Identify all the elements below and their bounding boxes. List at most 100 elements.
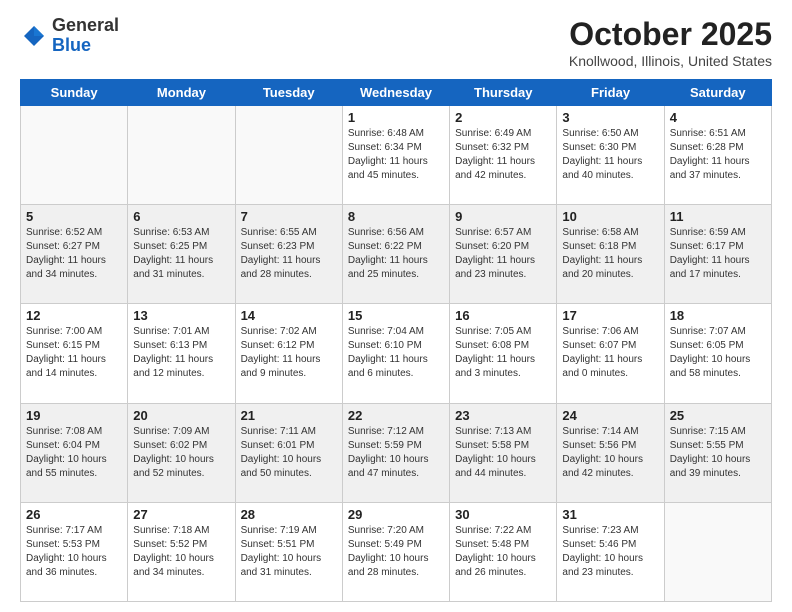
day-number: 10 xyxy=(562,209,658,224)
day-info: Sunrise: 7:07 AM Sunset: 6:05 PM Dayligh… xyxy=(670,325,766,381)
day-number: 7 xyxy=(241,209,337,224)
calendar-cell: 23Sunrise: 7:13 AM Sunset: 5:58 PM Dayli… xyxy=(450,403,557,502)
day-info: Sunrise: 7:02 AM Sunset: 6:12 PM Dayligh… xyxy=(241,325,337,381)
calendar-cell: 17Sunrise: 7:06 AM Sunset: 6:07 PM Dayli… xyxy=(557,304,664,403)
col-header-wednesday: Wednesday xyxy=(342,80,449,106)
day-number: 27 xyxy=(133,507,229,522)
day-number: 6 xyxy=(133,209,229,224)
calendar-cell: 29Sunrise: 7:20 AM Sunset: 5:49 PM Dayli… xyxy=(342,502,449,601)
calendar-week-row: 26 Sunrise: 7:17 AM Sunset: 5:53 PM Dayli… xyxy=(21,502,772,601)
day-number: 8 xyxy=(348,209,444,224)
day-number: 13 xyxy=(133,308,229,323)
day-info: Sunrise: 6:56 AM Sunset: 6:22 PM Dayligh… xyxy=(348,226,444,282)
logo-icon xyxy=(20,22,48,50)
day-info: Sunrise: 7:17 AM Sunset: 5:53 PM Dayligh… xyxy=(26,524,122,580)
day-info: Sunrise: 7:23 AM Sunset: 5:46 PM Dayligh… xyxy=(562,524,658,580)
day-number: 20 xyxy=(133,408,229,423)
day-number: 17 xyxy=(562,308,658,323)
day-info: Sunrise: 6:50 AM Sunset: 6:30 PM Dayligh… xyxy=(562,127,658,183)
calendar-header-row: SundayMondayTuesdayWednesdayThursdayFrid… xyxy=(21,80,772,106)
day-info: Sunrise: 7:05 AM Sunset: 6:08 PM Dayligh… xyxy=(455,325,551,381)
day-info: Sunrise: 7:20 AM Sunset: 5:49 PM Dayligh… xyxy=(348,524,444,580)
day-info: Sunrise: 6:51 AM Sunset: 6:28 PM Dayligh… xyxy=(670,127,766,183)
day-number: 2 xyxy=(455,110,551,125)
calendar-cell: 10 Sunrise: 6:58 AM Sunset: 6:18 PM Dayli… xyxy=(557,205,664,304)
calendar-cell: 22Sunrise: 7:12 AM Sunset: 5:59 PM Dayli… xyxy=(342,403,449,502)
calendar-cell: 13Sunrise: 7:01 AM Sunset: 6:13 PM Dayli… xyxy=(128,304,235,403)
day-info: Sunrise: 7:14 AM Sunset: 5:56 PM Dayligh… xyxy=(562,425,658,481)
day-info: Sunrise: 7:13 AM Sunset: 5:58 PM Dayligh… xyxy=(455,425,551,481)
calendar-cell: 31 Sunrise: 7:23 AM Sunset: 5:46 PM Dayli… xyxy=(557,502,664,601)
day-number: 15 xyxy=(348,308,444,323)
day-number: 24 xyxy=(562,408,658,423)
title-block: October 2025 Knollwood, Illinois, United… xyxy=(569,16,772,69)
calendar-week-row: 1 Sunrise: 6:48 AM Sunset: 6:34 PM Daylig… xyxy=(21,106,772,205)
calendar-cell: 14 Sunrise: 7:02 AM Sunset: 6:12 PM Dayli… xyxy=(235,304,342,403)
calendar-cell xyxy=(21,106,128,205)
month-title: October 2025 xyxy=(569,16,772,53)
calendar-cell xyxy=(664,502,771,601)
calendar-cell: 4Sunrise: 6:51 AM Sunset: 6:28 PM Daylig… xyxy=(664,106,771,205)
col-header-friday: Friday xyxy=(557,80,664,106)
day-info: Sunrise: 7:15 AM Sunset: 5:55 PM Dayligh… xyxy=(670,425,766,481)
calendar-cell: 20 Sunrise: 7:09 AM Sunset: 6:02 PM Dayli… xyxy=(128,403,235,502)
day-info: Sunrise: 6:53 AM Sunset: 6:25 PM Dayligh… xyxy=(133,226,229,282)
logo: General Blue xyxy=(20,16,119,56)
day-number: 19 xyxy=(26,408,122,423)
calendar-cell: 5 Sunrise: 6:52 AM Sunset: 6:27 PM Daylig… xyxy=(21,205,128,304)
logo-blue: Blue xyxy=(52,35,91,55)
day-number: 9 xyxy=(455,209,551,224)
day-number: 14 xyxy=(241,308,337,323)
day-info: Sunrise: 6:57 AM Sunset: 6:20 PM Dayligh… xyxy=(455,226,551,282)
calendar-cell: 7 Sunrise: 6:55 AM Sunset: 6:23 PM Daylig… xyxy=(235,205,342,304)
day-number: 25 xyxy=(670,408,766,423)
day-info: Sunrise: 6:59 AM Sunset: 6:17 PM Dayligh… xyxy=(670,226,766,282)
day-info: Sunrise: 6:52 AM Sunset: 6:27 PM Dayligh… xyxy=(26,226,122,282)
day-number: 16 xyxy=(455,308,551,323)
day-number: 22 xyxy=(348,408,444,423)
calendar-week-row: 5 Sunrise: 6:52 AM Sunset: 6:27 PM Daylig… xyxy=(21,205,772,304)
col-header-thursday: Thursday xyxy=(450,80,557,106)
day-info: Sunrise: 6:55 AM Sunset: 6:23 PM Dayligh… xyxy=(241,226,337,282)
logo-text: General Blue xyxy=(52,16,119,56)
calendar-cell xyxy=(235,106,342,205)
day-number: 5 xyxy=(26,209,122,224)
logo-general: General xyxy=(52,15,119,35)
day-number: 31 xyxy=(562,507,658,522)
day-info: Sunrise: 6:49 AM Sunset: 6:32 PM Dayligh… xyxy=(455,127,551,183)
day-info: Sunrise: 7:22 AM Sunset: 5:48 PM Dayligh… xyxy=(455,524,551,580)
location: Knollwood, Illinois, United States xyxy=(569,53,772,69)
calendar-cell: 16 Sunrise: 7:05 AM Sunset: 6:08 PM Dayli… xyxy=(450,304,557,403)
day-info: Sunrise: 6:58 AM Sunset: 6:18 PM Dayligh… xyxy=(562,226,658,282)
day-number: 28 xyxy=(241,507,337,522)
day-info: Sunrise: 7:18 AM Sunset: 5:52 PM Dayligh… xyxy=(133,524,229,580)
col-header-saturday: Saturday xyxy=(664,80,771,106)
calendar-cell: 28 Sunrise: 7:19 AM Sunset: 5:51 PM Dayli… xyxy=(235,502,342,601)
day-info: Sunrise: 7:08 AM Sunset: 6:04 PM Dayligh… xyxy=(26,425,122,481)
calendar-cell: 18Sunrise: 7:07 AM Sunset: 6:05 PM Dayli… xyxy=(664,304,771,403)
col-header-monday: Monday xyxy=(128,80,235,106)
calendar-cell: 1 Sunrise: 6:48 AM Sunset: 6:34 PM Daylig… xyxy=(342,106,449,205)
day-number: 11 xyxy=(670,209,766,224)
calendar-cell: 19 Sunrise: 7:08 AM Sunset: 6:04 PM Dayli… xyxy=(21,403,128,502)
calendar-cell: 8 Sunrise: 6:56 AM Sunset: 6:22 PM Daylig… xyxy=(342,205,449,304)
day-info: Sunrise: 7:19 AM Sunset: 5:51 PM Dayligh… xyxy=(241,524,337,580)
day-info: Sunrise: 6:48 AM Sunset: 6:34 PM Dayligh… xyxy=(348,127,444,183)
calendar-cell: 15 Sunrise: 7:04 AM Sunset: 6:10 PM Dayli… xyxy=(342,304,449,403)
day-number: 26 xyxy=(26,507,122,522)
calendar-cell xyxy=(128,106,235,205)
calendar-cell: 2 Sunrise: 6:49 AM Sunset: 6:32 PM Daylig… xyxy=(450,106,557,205)
calendar-cell: 9 Sunrise: 6:57 AM Sunset: 6:20 PM Daylig… xyxy=(450,205,557,304)
calendar-cell: 21Sunrise: 7:11 AM Sunset: 6:01 PM Dayli… xyxy=(235,403,342,502)
day-info: Sunrise: 7:00 AM Sunset: 6:15 PM Dayligh… xyxy=(26,325,122,381)
day-number: 3 xyxy=(562,110,658,125)
col-header-tuesday: Tuesday xyxy=(235,80,342,106)
day-number: 12 xyxy=(26,308,122,323)
calendar-cell: 12 Sunrise: 7:00 AM Sunset: 6:15 PM Dayli… xyxy=(21,304,128,403)
calendar-cell: 6 Sunrise: 6:53 AM Sunset: 6:25 PM Daylig… xyxy=(128,205,235,304)
day-number: 1 xyxy=(348,110,444,125)
day-info: Sunrise: 7:09 AM Sunset: 6:02 PM Dayligh… xyxy=(133,425,229,481)
calendar-week-row: 19 Sunrise: 7:08 AM Sunset: 6:04 PM Dayli… xyxy=(21,403,772,502)
day-info: Sunrise: 7:04 AM Sunset: 6:10 PM Dayligh… xyxy=(348,325,444,381)
header: General Blue October 2025 Knollwood, Ill… xyxy=(20,16,772,69)
